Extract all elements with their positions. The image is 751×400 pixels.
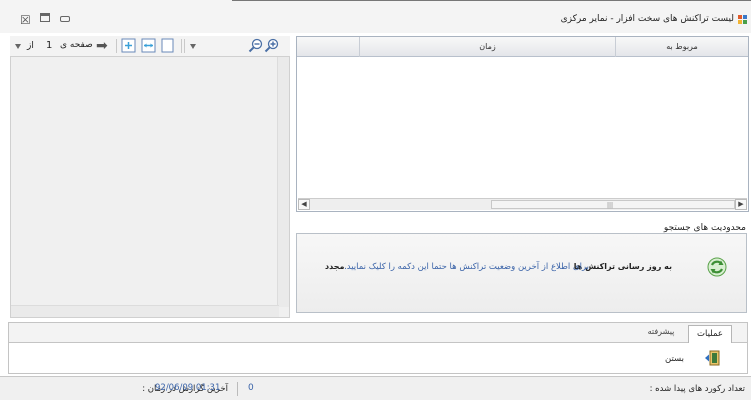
window-maximize-icon[interactable] bbox=[40, 13, 50, 22]
search-panel: به روز رسانی تراکنش ها برای اطلاع از آخر… bbox=[296, 233, 747, 313]
refresh-again-link[interactable]: مجدد bbox=[325, 262, 344, 271]
record-count-label: تعداد رکورد های پیدا شده : bbox=[649, 384, 745, 394]
last-report-time: 92/06/09 01:31 bbox=[155, 383, 221, 393]
window-close-icon[interactable]: ☒ bbox=[20, 13, 31, 27]
grid-column-related[interactable]: مربوط به bbox=[615, 37, 748, 57]
tab-advanced[interactable]: پیشرفته bbox=[639, 327, 683, 342]
zoom-dropdown-icon[interactable] bbox=[190, 44, 196, 50]
fit-page-icon[interactable] bbox=[121, 38, 136, 53]
page-dropdown-icon[interactable] bbox=[15, 44, 21, 50]
page-of-label: از bbox=[27, 41, 34, 51]
exit-door-icon[interactable] bbox=[704, 350, 720, 366]
refresh-cycle-icon[interactable] bbox=[706, 256, 728, 278]
search-section-label: محدودیت های جستجو bbox=[663, 223, 746, 233]
scroll-left-icon[interactable]: ◀ bbox=[298, 199, 310, 210]
grid-horizontal-scrollbar[interactable]: ◀ ||| ▶ bbox=[298, 198, 747, 210]
operations-panel: عملیات پیشرفته بستن bbox=[8, 322, 748, 374]
page-number[interactable]: 1 bbox=[46, 40, 52, 51]
status-divider bbox=[237, 382, 238, 396]
single-page-icon[interactable] bbox=[160, 38, 175, 53]
viewer-vertical-scrollbar[interactable] bbox=[277, 57, 289, 307]
grid-header: زمان مربوط به bbox=[297, 37, 748, 57]
title-bar-line bbox=[232, 0, 751, 2]
window-minimize-icon[interactable] bbox=[60, 16, 70, 22]
toolbar-separator bbox=[181, 39, 182, 53]
operations-body: بستن bbox=[9, 343, 747, 373]
tab-operations[interactable]: عملیات bbox=[688, 325, 732, 344]
toolbar-separator bbox=[116, 39, 117, 53]
window-title: لیست تراکنش های سخت افزار - نمایر مرکزی bbox=[560, 14, 734, 24]
refresh-hint-text: برای اطلاع از آخرین وضعیت تراکنش ها حتما… bbox=[344, 262, 589, 272]
scroll-grip-icon: ||| bbox=[607, 202, 614, 209]
title-bar: ☒ لیست تراکنش های سخت افزار - نمایر مرکز… bbox=[0, 0, 751, 33]
zoom-in-icon[interactable] bbox=[264, 38, 279, 53]
grid-column-filler bbox=[297, 37, 359, 57]
toolbar-separator bbox=[184, 39, 185, 53]
arrow-right-icon[interactable]: ➡ bbox=[96, 38, 108, 54]
status-bar: تعداد رکورد های پیدا شده : 0 آخرین گزارش… bbox=[0, 376, 751, 400]
tab-strip: عملیات پیشرفته bbox=[9, 323, 747, 344]
page-label: صفحه ی bbox=[60, 40, 93, 50]
grid-column-time[interactable]: زمان bbox=[359, 37, 615, 57]
app-grid-icon bbox=[738, 15, 747, 24]
transactions-grid[interactable]: زمان مربوط به ◀ ||| ▶ bbox=[296, 36, 749, 212]
report-viewer[interactable] bbox=[10, 56, 290, 318]
viewer-horizontal-scrollbar[interactable] bbox=[11, 305, 279, 317]
fit-width-icon[interactable] bbox=[141, 38, 156, 53]
grid-scroll-thumb[interactable]: ||| bbox=[491, 200, 735, 209]
scroll-right-icon[interactable]: ▶ bbox=[735, 199, 747, 210]
zoom-out-icon[interactable] bbox=[248, 38, 263, 53]
record-count-value: 0 bbox=[248, 383, 254, 393]
close-button[interactable]: بستن bbox=[665, 354, 684, 364]
